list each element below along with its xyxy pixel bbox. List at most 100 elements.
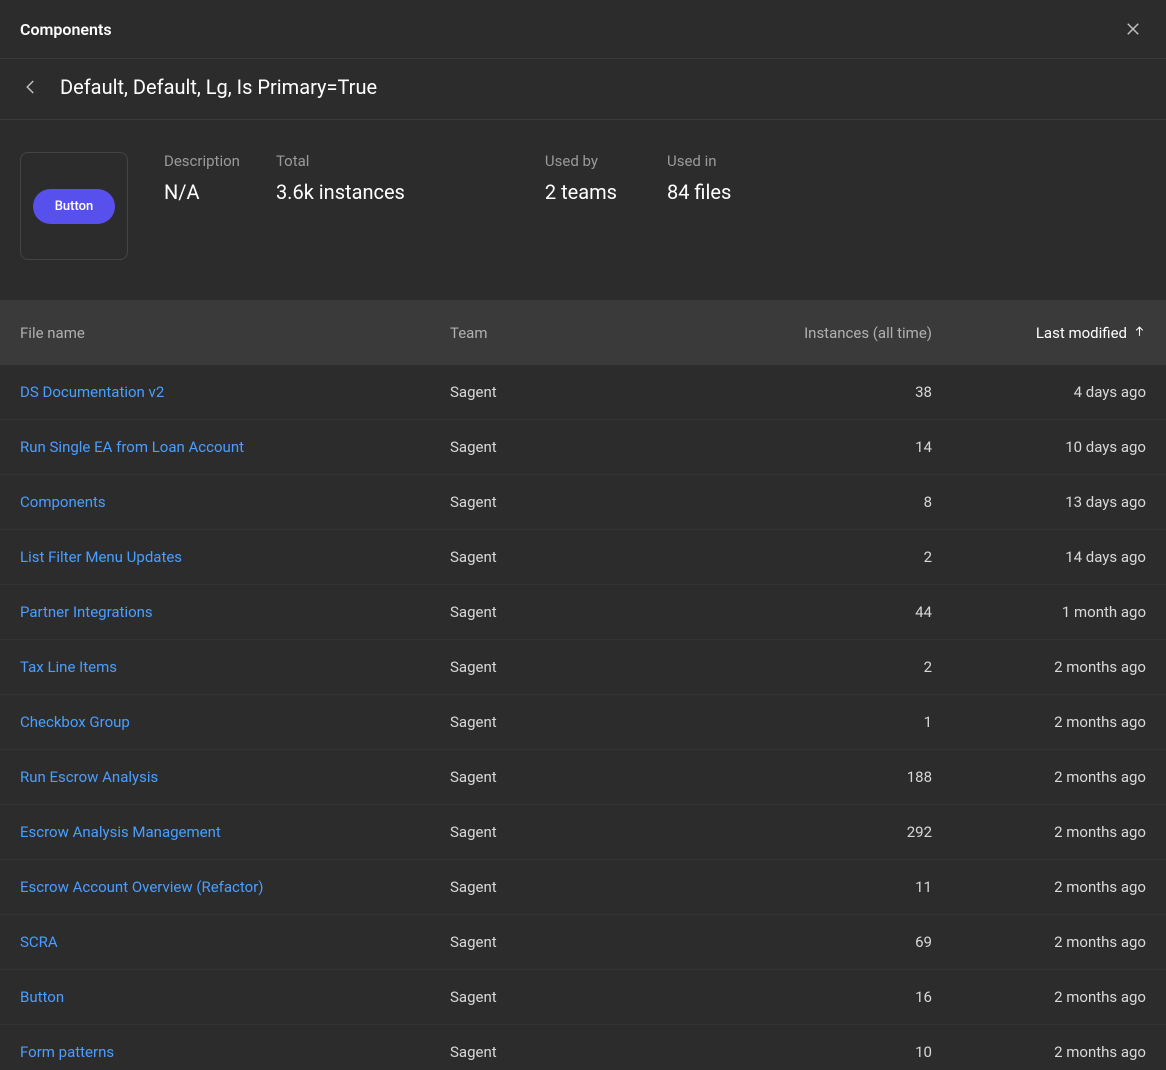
col-header-team[interactable]: Team [450, 324, 710, 342]
cell-team: Sagent [450, 548, 710, 566]
meta-description-value: N/A [164, 180, 240, 204]
table-row[interactable]: Form patterns Sagent102 months ago [0, 1025, 1166, 1070]
cell-file: Escrow Account Overview (Refactor) [20, 878, 450, 896]
table-row[interactable]: DS Documentation v2 Sagent384 days ago [0, 365, 1166, 420]
cell-instances: 2 [710, 548, 950, 566]
meta-section: Button Description N/A Total 3.6k instan… [0, 120, 1166, 300]
cell-file: Run Escrow Analysis [20, 768, 450, 786]
cell-team: Sagent [450, 1043, 710, 1061]
modal-title: Components [20, 20, 112, 39]
table-row[interactable]: Run Single EA from Loan Account Sagent141… [0, 420, 1166, 475]
col-header-file[interactable]: File name [20, 324, 450, 342]
table-row[interactable]: Escrow Analysis Management Sagent2922 mon… [0, 805, 1166, 860]
components-modal: Components Default, Default, Lg, Is Prim… [0, 0, 1166, 1070]
file-link[interactable]: Escrow Analysis Management [20, 823, 221, 841]
file-link[interactable]: Run Single EA from Loan Account [20, 438, 244, 456]
table-row[interactable]: Partner Integrations Sagent441 month ago [0, 585, 1166, 640]
table-row[interactable]: Run Escrow Analysis Sagent1882 months ago [0, 750, 1166, 805]
cell-instances: 8 [710, 493, 950, 511]
cell-team: Sagent [450, 823, 710, 841]
cell-modified: 4 days ago [950, 383, 1146, 401]
file-link[interactable]: DS Documentation v2 [20, 383, 164, 401]
meta-usedin-label: Used in [667, 152, 731, 170]
cell-instances: 14 [710, 438, 950, 456]
cell-modified: 2 months ago [950, 1043, 1146, 1061]
file-link[interactable]: Partner Integrations [20, 603, 153, 621]
file-link[interactable]: Run Escrow Analysis [20, 768, 158, 786]
cell-modified: 2 months ago [950, 988, 1146, 1006]
table-row[interactable]: Components Sagent813 days ago [0, 475, 1166, 530]
file-link[interactable]: SCRA [20, 933, 58, 951]
cell-instances: 2 [710, 658, 950, 676]
cell-team: Sagent [450, 658, 710, 676]
file-link[interactable]: List Filter Menu Updates [20, 548, 182, 566]
cell-instances: 188 [710, 768, 950, 786]
preview-button-sample: Button [33, 189, 116, 224]
file-link[interactable]: Components [20, 493, 106, 511]
cell-modified: 1 month ago [950, 603, 1146, 621]
meta-description-label: Description [164, 152, 240, 170]
cell-instances: 10 [710, 1043, 950, 1061]
cell-team: Sagent [450, 603, 710, 621]
file-link[interactable]: Form patterns [20, 1043, 114, 1061]
cell-team: Sagent [450, 383, 710, 401]
cell-modified: 2 months ago [950, 823, 1146, 841]
meta-description: Description N/A [164, 152, 240, 204]
table-row[interactable]: Escrow Account Overview (Refactor) Sagent… [0, 860, 1166, 915]
cell-modified: 2 months ago [950, 658, 1146, 676]
cell-file: Run Single EA from Loan Account [20, 438, 450, 456]
cell-team: Sagent [450, 933, 710, 951]
cell-file: Tax Line Items [20, 658, 450, 676]
table-row[interactable]: List Filter Menu Updates Sagent214 days a… [0, 530, 1166, 585]
cell-team: Sagent [450, 768, 710, 786]
usage-table: File name Team Instances (all time) Last… [0, 300, 1166, 1070]
cell-team: Sagent [450, 493, 710, 511]
cell-file: Button [20, 988, 450, 1006]
table-row[interactable]: ButtonSagent162 months ago [0, 970, 1166, 1025]
meta-total-value: 3.6k instances [276, 180, 405, 204]
cell-file: Partner Integrations [20, 603, 450, 621]
cell-modified: 2 months ago [950, 768, 1146, 786]
cell-team: Sagent [450, 713, 710, 731]
cell-instances: 38 [710, 383, 950, 401]
cell-team: Sagent [450, 878, 710, 896]
file-link[interactable]: Tax Line Items [20, 658, 117, 676]
breadcrumb: Default, Default, Lg, Is Primary=True [0, 59, 1166, 120]
cell-file: List Filter Menu Updates [20, 548, 450, 566]
col-header-modified[interactable]: Last modified [950, 324, 1146, 342]
cell-file: SCRA [20, 933, 450, 951]
file-link[interactable]: Button [20, 988, 64, 1006]
meta-usedby-value: 2 teams [545, 180, 617, 204]
cell-instances: 69 [710, 933, 950, 951]
meta-usedby-label: Used by [545, 152, 617, 170]
meta-total-label: Total [276, 152, 405, 170]
breadcrumb-current: Default, Default, Lg, Is Primary=True [60, 75, 377, 99]
back-button[interactable] [20, 76, 42, 98]
table-row[interactable]: Checkbox Group Sagent12 months ago [0, 695, 1166, 750]
table-body: DS Documentation v2Sagent384 days agoRun… [0, 365, 1166, 1070]
table-header: File name Team Instances (all time) Last… [0, 300, 1166, 365]
close-icon [1124, 20, 1142, 38]
cell-file: Components [20, 493, 450, 511]
cell-file: Escrow Analysis Management [20, 823, 450, 841]
cell-instances: 292 [710, 823, 950, 841]
cell-instances: 44 [710, 603, 950, 621]
cell-team: Sagent [450, 988, 710, 1006]
component-preview: Button [20, 152, 128, 260]
meta-usedby: Used by 2 teams [545, 152, 617, 204]
cell-team: Sagent [450, 438, 710, 456]
arrow-up-icon [1133, 324, 1146, 342]
cell-file: Checkbox Group [20, 713, 450, 731]
cell-modified: 10 days ago [950, 438, 1146, 456]
cell-modified: 2 months ago [950, 713, 1146, 731]
cell-modified: 13 days ago [950, 493, 1146, 511]
file-link[interactable]: Escrow Account Overview (Refactor) [20, 878, 264, 896]
col-header-instances[interactable]: Instances (all time) [710, 324, 950, 342]
file-link[interactable]: Checkbox Group [20, 713, 130, 731]
cell-modified: 2 months ago [950, 878, 1146, 896]
cell-instances: 1 [710, 713, 950, 731]
table-row[interactable]: Tax Line Items Sagent22 months ago [0, 640, 1166, 695]
close-button[interactable] [1120, 16, 1146, 42]
table-row[interactable]: SCRASagent692 months ago [0, 915, 1166, 970]
cell-modified: 14 days ago [950, 548, 1146, 566]
